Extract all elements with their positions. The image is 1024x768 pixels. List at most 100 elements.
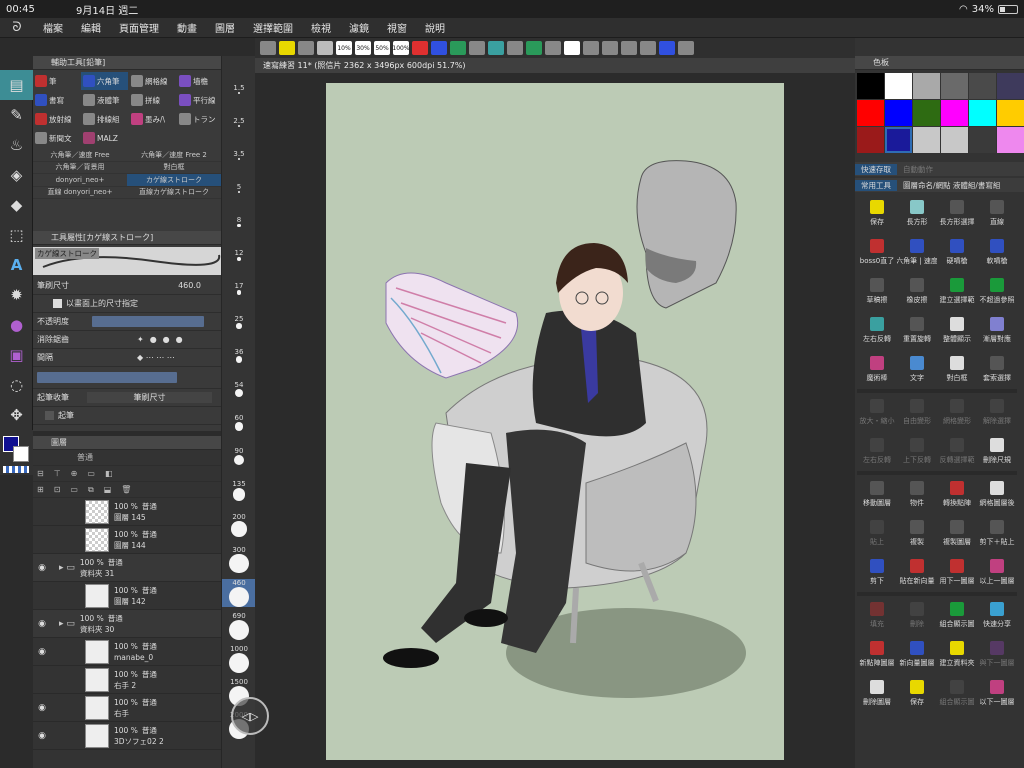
white-icon[interactable] [564, 41, 580, 55]
color-swatch[interactable] [857, 100, 884, 126]
effect-tool-icon[interactable]: ✹ [0, 280, 33, 310]
menu-file[interactable]: 檔案 [34, 20, 72, 35]
document-tab[interactable]: 速寫練習 11* (照信片 2362 x 3496px 600dpi 51.7%… [255, 58, 855, 73]
gray-icon[interactable] [583, 41, 599, 55]
quick-access-item[interactable]: 左右反轉 [857, 432, 897, 471]
layer-row[interactable]: 100 % 普通 圖層 144 [33, 526, 221, 554]
menu-window[interactable]: 視窗 [378, 20, 416, 35]
quick-access-item[interactable]: 複製圖層 [937, 514, 977, 553]
brush-size-item[interactable]: 60 [222, 414, 256, 431]
quick-access-item[interactable]: 組合顯示圖 [937, 596, 977, 635]
sub-color-swatch[interactable] [13, 446, 29, 462]
color-swatch[interactable] [913, 127, 940, 153]
quick-access-item[interactable]: 不超過參照 [977, 272, 1017, 311]
brush-size-item[interactable]: 3.5 [222, 150, 256, 161]
lasso-tool-icon[interactable]: ◌ [0, 370, 33, 400]
subtool-item[interactable]: 拼線 [129, 91, 176, 109]
color-swatch[interactable] [913, 73, 940, 99]
blend-mode-row[interactable]: 普通 [33, 450, 221, 466]
layer-row[interactable]: ◉ 100 % 普通 manabe_0 [33, 638, 221, 666]
flip-icon[interactable] [488, 41, 504, 55]
quick-access-item[interactable]: 漸層對應 [977, 311, 1017, 350]
spacing-slider[interactable] [37, 372, 177, 383]
quick-access-item[interactable]: 橡皮擦 [897, 272, 937, 311]
clip-icon[interactable]: ⊤ [54, 469, 61, 478]
brush-item[interactable]: 六角筆／速度 Free [33, 149, 127, 162]
color-swatch[interactable] [857, 127, 884, 153]
lock-icon[interactable]: ⊟ [37, 469, 44, 478]
layer-row[interactable]: 100 % 普通 圖層 145 [33, 498, 221, 526]
layer-row[interactable]: 100 % 普通 圖層 142 [33, 582, 221, 610]
quick-access-item[interactable]: 物件 [897, 475, 937, 514]
tab-auto-action[interactable]: 自動動作 [897, 164, 939, 175]
quick-access-item[interactable]: 建立資料夾 [937, 635, 977, 674]
brush-size-item[interactable]: 12 [222, 249, 256, 261]
app-logo-icon[interactable]: ᘐ [0, 20, 34, 35]
quick-access-item[interactable]: 長方形選擇 [937, 194, 977, 233]
subtool-item[interactable]: 墙檐 [177, 72, 224, 90]
quick-access-item[interactable]: 左右反轉 [857, 311, 897, 350]
menu-selection[interactable]: 選擇範圍 [244, 20, 302, 35]
ruler-icon[interactable] [431, 41, 447, 55]
brush-size-item[interactable]: 460 [222, 579, 256, 607]
navigation-knob-icon[interactable]: ◁▷ [231, 697, 269, 735]
quick-access-item[interactable]: 上下反轉 [897, 432, 937, 471]
perspective-icon[interactable] [526, 41, 542, 55]
subtool-item[interactable]: MALZ [81, 129, 128, 147]
quick-access-item[interactable]: 建立選擇範 [937, 272, 977, 311]
zoom-preset-button[interactable]: 50% [374, 41, 390, 55]
quick-access-item[interactable]: 長方形 [897, 194, 937, 233]
color-swatch[interactable] [997, 73, 1024, 99]
subtool-item[interactable]: 六角筆 [81, 72, 128, 90]
reset-icon[interactable] [678, 41, 694, 55]
subtool-item[interactable]: 書寫 [33, 91, 80, 109]
select-tool-icon[interactable]: ▤ [0, 70, 33, 100]
quick-access-item[interactable]: 直線 [977, 194, 1017, 233]
new-layer-icon[interactable]: ⊞ [37, 485, 44, 494]
layer-icon[interactable] [279, 41, 295, 55]
pen-tool-icon[interactable]: ✎ [0, 100, 33, 130]
menu-filter[interactable]: 濾鏡 [340, 20, 378, 35]
spacing-row[interactable]: 間隔 ◆ ⋯ ⋯ ⋯ [33, 349, 221, 367]
layer-row[interactable]: 100 % 普通 右手 2 [33, 666, 221, 694]
menu-help[interactable]: 說明 [416, 20, 454, 35]
rotate-icon[interactable] [507, 41, 523, 55]
quick-access-item[interactable]: 套索選擇 [977, 350, 1017, 389]
quick-access-item[interactable]: 網格圖層後 [977, 475, 1017, 514]
start-end-dropdown[interactable]: 筆刷尺寸 [87, 392, 212, 403]
brush-size-item[interactable]: 5 [222, 183, 256, 194]
color-swatch[interactable] [997, 127, 1024, 153]
mask-icon[interactable] [298, 41, 314, 55]
menu-view[interactable]: 檢視 [302, 20, 340, 35]
quick-access-item[interactable]: 硬噴槍 [937, 233, 977, 272]
quick-access-item[interactable]: 移動圖層 [857, 475, 897, 514]
subtool-item[interactable]: 排線組 [81, 110, 128, 128]
quick-access-item[interactable]: 以下一圖層 [977, 674, 1017, 713]
subtool-item[interactable]: トラン [177, 110, 224, 128]
text-tool-icon[interactable]: A [0, 250, 33, 280]
reference-icon[interactable]: ⊕ [71, 469, 78, 478]
quick-access-item[interactable]: 放大・縮小 [857, 393, 897, 432]
quick-access-item[interactable]: 剪下 [857, 553, 897, 592]
spacing-options[interactable]: ◆ ⋯ ⋯ ⋯ [137, 353, 175, 362]
grid-icon[interactable] [469, 41, 485, 55]
visibility-eye-icon[interactable]: ◉ [33, 731, 51, 741]
color-swatch[interactable] [885, 73, 912, 99]
subtool-item[interactable]: 網格線 [129, 72, 176, 90]
brush-item[interactable]: 直線 donyori_neo+ [33, 187, 127, 199]
camera-icon[interactable] [640, 41, 656, 55]
brush-item[interactable]: donyori_neo+ [33, 174, 127, 187]
quick-access-item[interactable]: 快速分享 [977, 596, 1017, 635]
visibility-eye-icon[interactable]: ◉ [33, 647, 51, 657]
brush-size-item[interactable]: 690 [222, 612, 256, 640]
quick-access-item[interactable]: 草稿擦 [857, 272, 897, 311]
quick-access-item[interactable]: 反轉選擇範 [937, 432, 977, 471]
quick-access-item[interactable]: 與下一圖層 [977, 635, 1017, 674]
drawing-canvas[interactable] [326, 83, 784, 760]
color-indicator[interactable] [0, 430, 33, 475]
opacity-row[interactable]: 不透明度 [33, 313, 221, 331]
color-icon[interactable] [412, 41, 428, 55]
color-swatch[interactable] [969, 127, 996, 153]
new-folder-icon[interactable]: ▭ [70, 485, 78, 494]
quick-access-item[interactable]: 保存 [897, 674, 937, 713]
